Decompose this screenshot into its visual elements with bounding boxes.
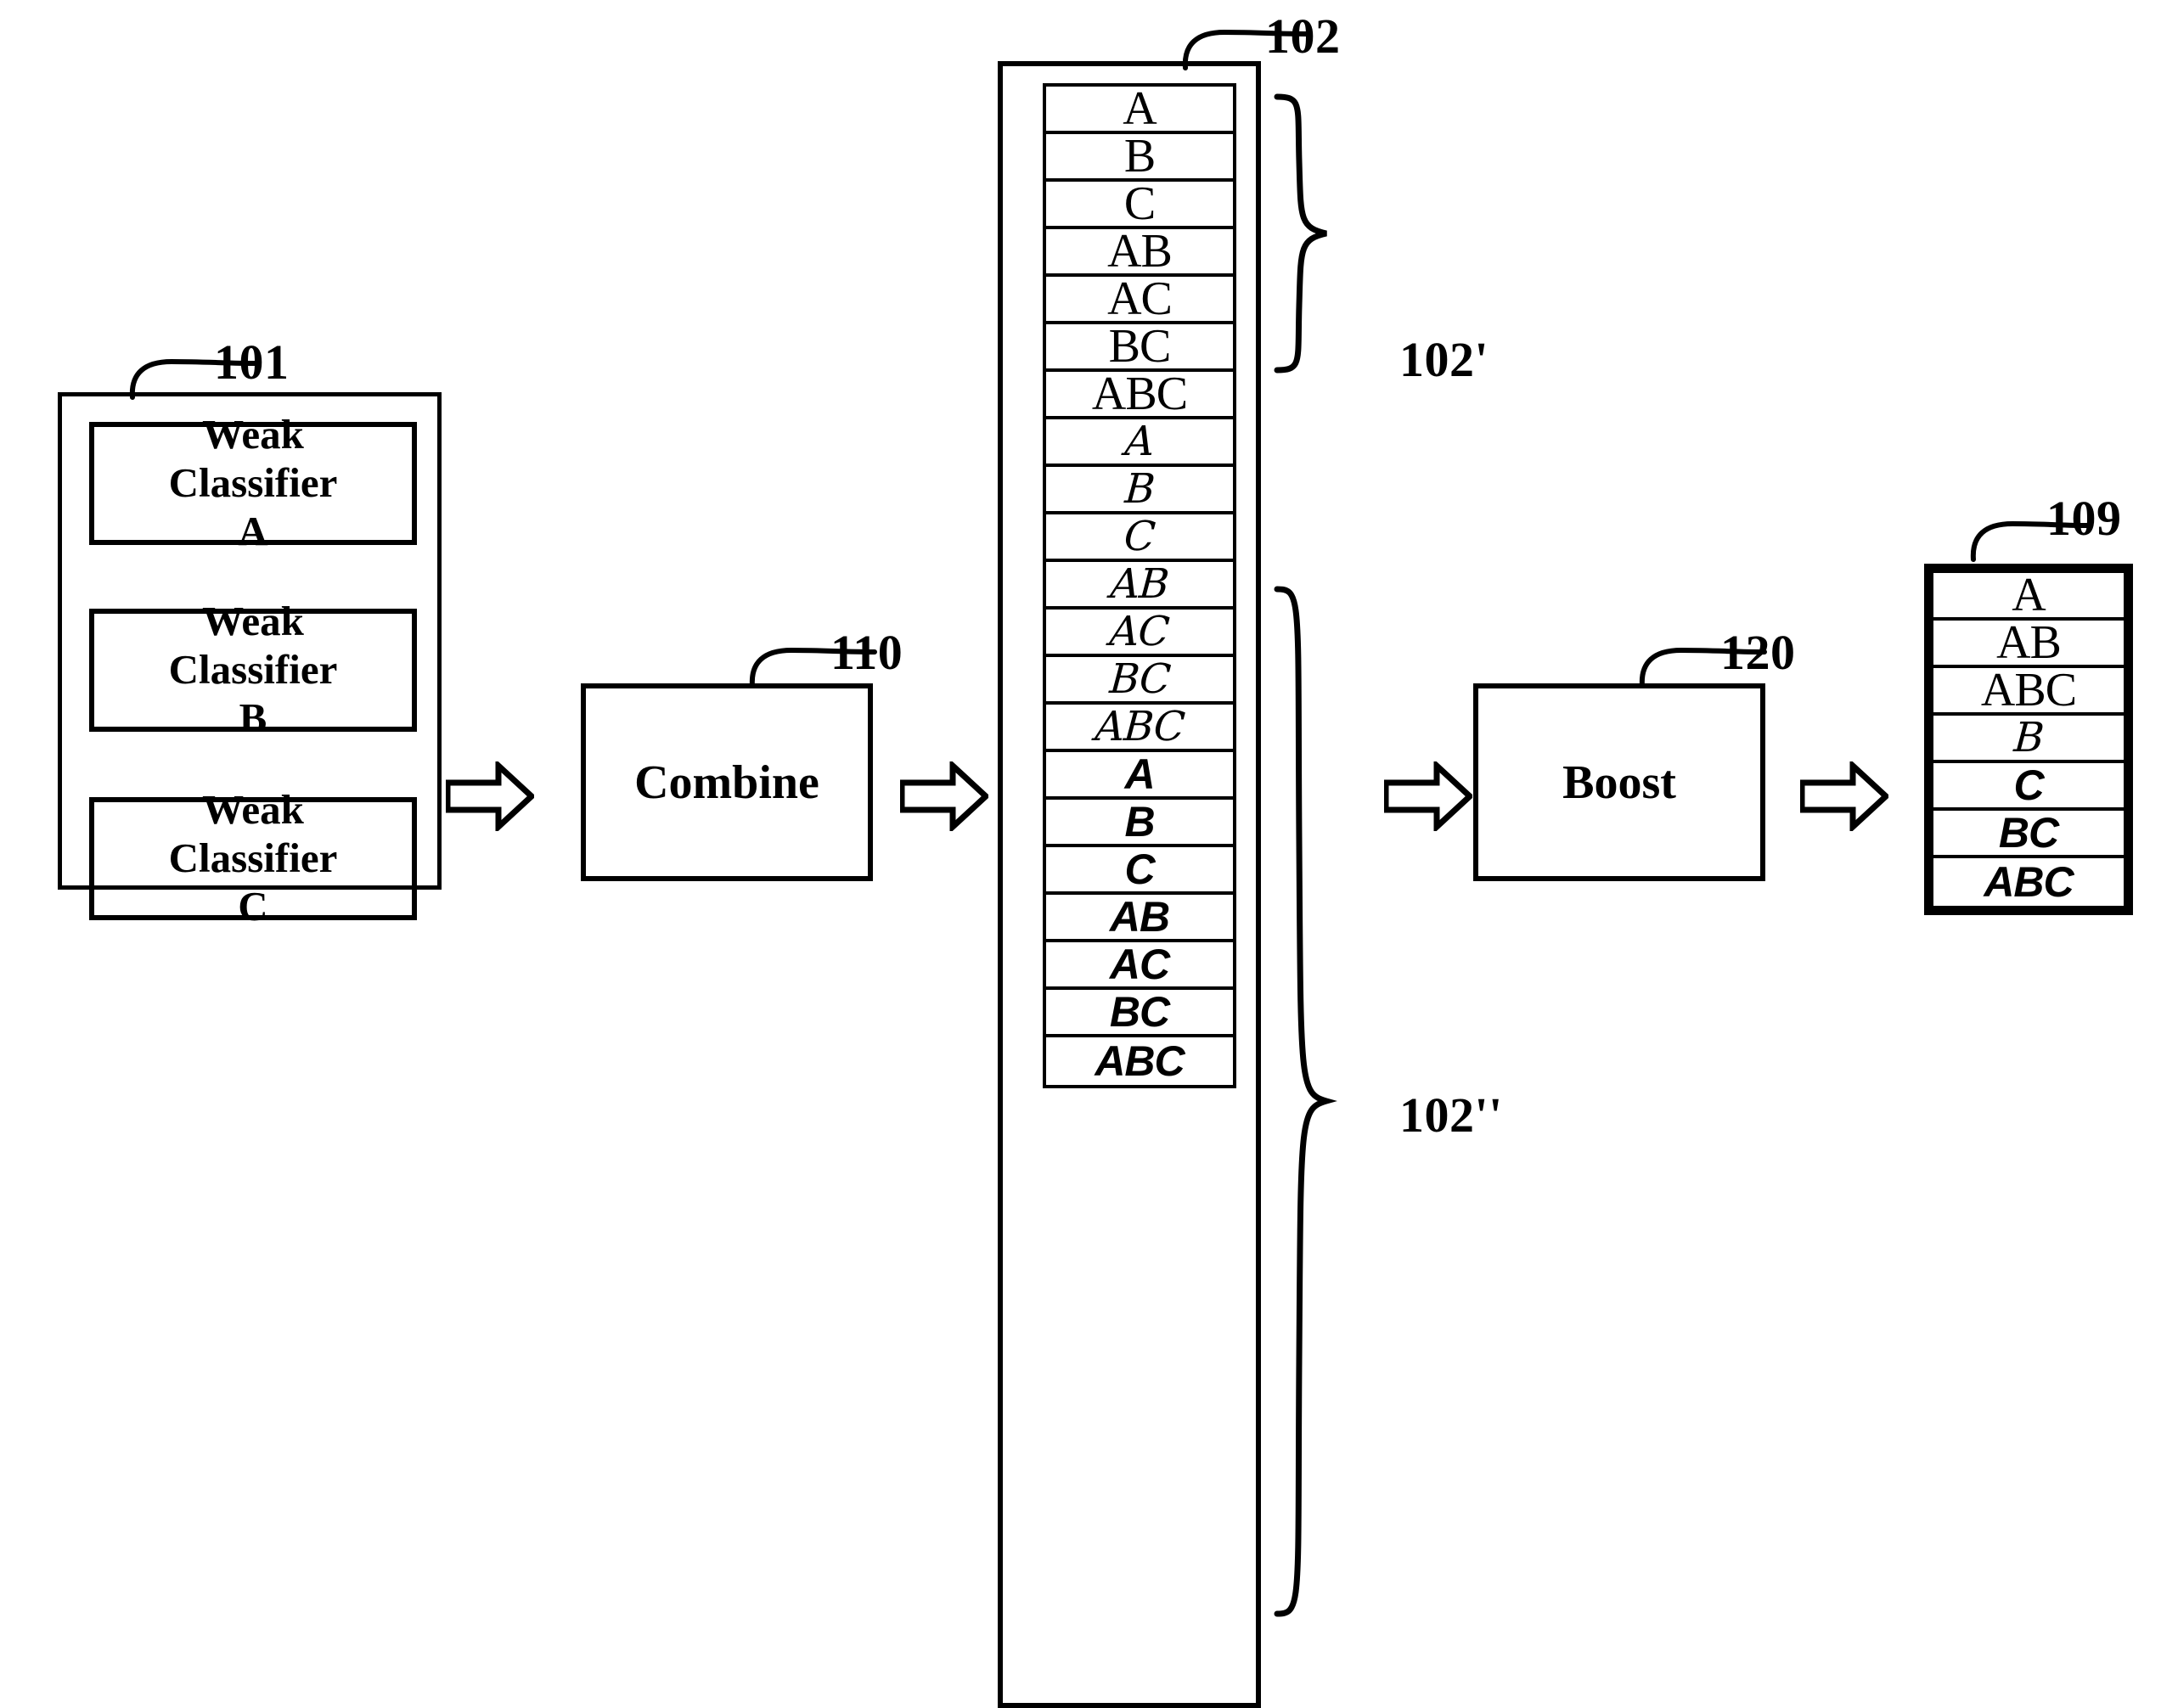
weak-classifier-c-line3: C (238, 882, 268, 930)
feature-pool-row[interactable]: B (1046, 800, 1233, 847)
block-arrow-right-icon-3 (1384, 761, 1472, 831)
feature-pool-row[interactable]: AB (1046, 895, 1233, 942)
brace-102-double-prime (1274, 586, 1337, 1617)
output-set-row-label: ABC (1980, 668, 2077, 716)
feature-pool-row-label: BC (1109, 990, 1170, 1036)
combine-stage-label: Combine (634, 756, 819, 809)
weak-classifier-group: Weak Classifier A Weak Classifier B Weak… (58, 392, 442, 930)
output-set-row-label: C (2013, 763, 2044, 809)
figure-canvas: 101 Weak Classifier A Weak Classifier B … (0, 0, 2178, 1708)
feature-pool-row-label: AC (1107, 277, 1173, 324)
feature-pool-row-label: ABC (1093, 705, 1186, 750)
feature-pool-row-label: B (1123, 134, 1156, 182)
feature-pool-row[interactable]: ABC (1046, 1037, 1233, 1085)
feature-pool-row-label: ABC (1095, 1037, 1185, 1085)
weak-classifier-b-line2: Classifier (168, 646, 338, 694)
weak-classifier-a-line1: Weak (202, 411, 304, 458)
feature-pool-row-label: BC (1108, 324, 1172, 372)
feature-pool-row-label: AC (1108, 610, 1171, 655)
feature-pool-row-label: BC (1107, 657, 1172, 703)
feature-pool-row-label: A (1123, 87, 1157, 134)
weak-classifier-a-line3: A (238, 507, 268, 554)
weak-classifier-b-line1: Weak (202, 598, 304, 645)
feature-pool-row[interactable]: AC (1046, 942, 1233, 990)
feature-pool-row[interactable]: AC (1046, 277, 1233, 324)
feature-pool-row[interactable]: A (1046, 752, 1233, 800)
output-set-row[interactable]: B (1933, 716, 2124, 763)
feature-pool-row[interactable]: BC (1046, 657, 1233, 705)
output-set-row-label: BC (1998, 811, 2059, 857)
output-set-list: A AB ABC B C BC ABC (1924, 564, 2133, 915)
weak-classifier-a[interactable]: Weak Classifier A (89, 411, 417, 554)
boost-stage-label: Boost (1562, 756, 1676, 809)
weak-classifier-c-line1: Weak (202, 786, 304, 834)
feature-pool-row-label: AB (1109, 562, 1170, 608)
feature-pool-row[interactable]: AC (1046, 610, 1233, 657)
output-set-row-label: ABC (1984, 858, 2074, 906)
block-arrow-right-icon-1 (446, 761, 534, 831)
output-set-row[interactable]: ABC (1933, 858, 2124, 906)
feature-pool-row-label: A (1124, 752, 1155, 798)
feature-pool-row-label: B (1124, 800, 1155, 846)
output-set-row[interactable]: C (1933, 763, 2124, 811)
feature-pool-row-label: C (1124, 847, 1155, 893)
weak-classifier-c-line2: Classifier (168, 834, 338, 882)
feature-pool-row-label: AC (1109, 942, 1170, 988)
output-set-row-label: AB (1996, 621, 2062, 668)
feature-pool-row-label: AB (1107, 229, 1173, 277)
feature-pool-row[interactable]: B (1046, 467, 1233, 514)
ref-number-109: 109 (2046, 491, 2122, 546)
feature-pool-row[interactable]: BC (1046, 324, 1233, 372)
feature-pool-row[interactable]: AB (1046, 562, 1233, 610)
feature-pool-row-label: A (1123, 419, 1156, 465)
brace-102-prime (1274, 93, 1327, 374)
feature-pool-row-label: ABC (1091, 372, 1188, 419)
feature-pool-row[interactable]: A (1046, 419, 1233, 467)
weak-classifier-b-line3: B (239, 694, 267, 741)
feature-pool-row-label: B (1123, 467, 1157, 513)
output-set-row[interactable]: AB (1933, 621, 2124, 668)
output-set-row-label: B (2012, 716, 2046, 761)
ref-number-102-prime: 102' (1399, 332, 1489, 387)
weak-classifier-a-line2: Classifier (168, 459, 338, 507)
feature-pool-row[interactable]: ABC (1046, 372, 1233, 419)
feature-pool-row-label: AB (1109, 895, 1170, 941)
output-set-row[interactable]: BC (1933, 811, 2124, 858)
output-set-row-label: A (2012, 573, 2046, 621)
output-set-row[interactable]: ABC (1933, 668, 2124, 716)
feature-pool-row[interactable]: B (1046, 134, 1233, 182)
ref-number-102-double-prime: 102'' (1399, 1087, 1503, 1143)
ref-number-101: 101 (214, 334, 290, 390)
block-arrow-right-icon-2 (900, 761, 988, 831)
feature-pool-row-label: C (1123, 182, 1156, 229)
feature-pool-row[interactable]: C (1046, 514, 1233, 562)
boost-stage-box[interactable]: Boost (1473, 683, 1765, 881)
combine-stage-box[interactable]: Combine (581, 683, 873, 881)
block-arrow-right-icon-4 (1800, 761, 1888, 831)
feature-pool-row-label: C (1123, 514, 1157, 560)
feature-pool-row[interactable]: AB (1046, 229, 1233, 277)
feature-pool-row[interactable]: BC (1046, 990, 1233, 1037)
ref-number-120: 120 (1720, 625, 1796, 680)
feature-pool-row[interactable]: C (1046, 847, 1233, 895)
ref-number-102: 102 (1265, 8, 1341, 64)
weak-classifier-b[interactable]: Weak Classifier B (89, 598, 417, 741)
feature-pool-row[interactable]: C (1046, 182, 1233, 229)
feature-pool-list: A B C AB AC BC ABC A B C AB AC BC ABC A B C AB AC BC ABC (1043, 83, 1236, 1088)
weak-classifier-c[interactable]: Weak Classifier C (89, 786, 417, 930)
feature-pool-row[interactable]: ABC (1046, 705, 1233, 752)
output-set-row[interactable]: A (1933, 573, 2124, 621)
feature-pool-row[interactable]: A (1046, 87, 1233, 134)
ref-number-110: 110 (830, 625, 903, 680)
